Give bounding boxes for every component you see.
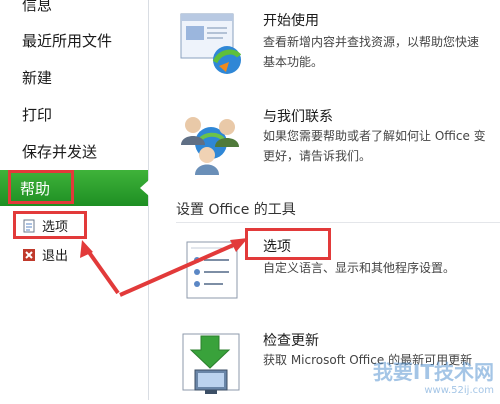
section-divider xyxy=(176,222,500,223)
highlight-box-options xyxy=(13,211,87,239)
tools-section-title: 设置 Office 的工具 xyxy=(176,202,296,218)
sidebar-item-new[interactable]: 新建 xyxy=(22,67,52,88)
highlight-box-options-tool xyxy=(245,228,331,260)
backstage-main: 开始使用 查看新增内容并查找资源，以帮助您快速 基本功能。 与我们联系 如果您需… xyxy=(149,0,500,400)
options-list-icon xyxy=(177,236,247,306)
update-download-icon xyxy=(177,330,247,400)
sidebar-item-recent[interactable]: 最近所用文件 xyxy=(22,30,112,51)
options-tool-desc: 自定义语言、显示和其他程序设置。 xyxy=(263,261,456,275)
contact-us-title: 与我们联系 xyxy=(263,109,333,125)
watermark: 我要IT技术网 www.52ij.com xyxy=(373,356,494,396)
contact-us-desc: 如果您需要帮助或者了解如何让 Office 变 更好，请告诉我们。 xyxy=(263,129,486,163)
getting-started-icon xyxy=(177,10,247,80)
highlight-box-help xyxy=(8,170,74,204)
sidebar-item-info[interactable]: 信息 xyxy=(22,0,52,15)
getting-started-title: 开始使用 xyxy=(263,13,319,29)
sidebar-subitem-exit-label: 退出 xyxy=(42,249,69,264)
contact-us-icon xyxy=(177,105,247,175)
exit-x-icon xyxy=(22,248,36,262)
selected-pointer-icon xyxy=(140,180,149,196)
backstage-sidebar: 信息 最近所用文件 新建 打印 保存并发送 帮助 选项 退出 xyxy=(0,0,149,400)
sidebar-subitem-exit[interactable]: 退出 xyxy=(22,245,68,264)
sidebar-item-save-send[interactable]: 保存并发送 xyxy=(22,141,97,162)
watermark-url: www.52ij.com xyxy=(424,385,494,396)
getting-started-desc: 查看新增内容并查找资源，以帮助您快速 基本功能。 xyxy=(263,35,480,69)
check-updates-title: 检查更新 xyxy=(263,333,319,349)
sidebar-item-print[interactable]: 打印 xyxy=(22,104,52,125)
watermark-text: 我要IT技术网 xyxy=(372,360,494,384)
